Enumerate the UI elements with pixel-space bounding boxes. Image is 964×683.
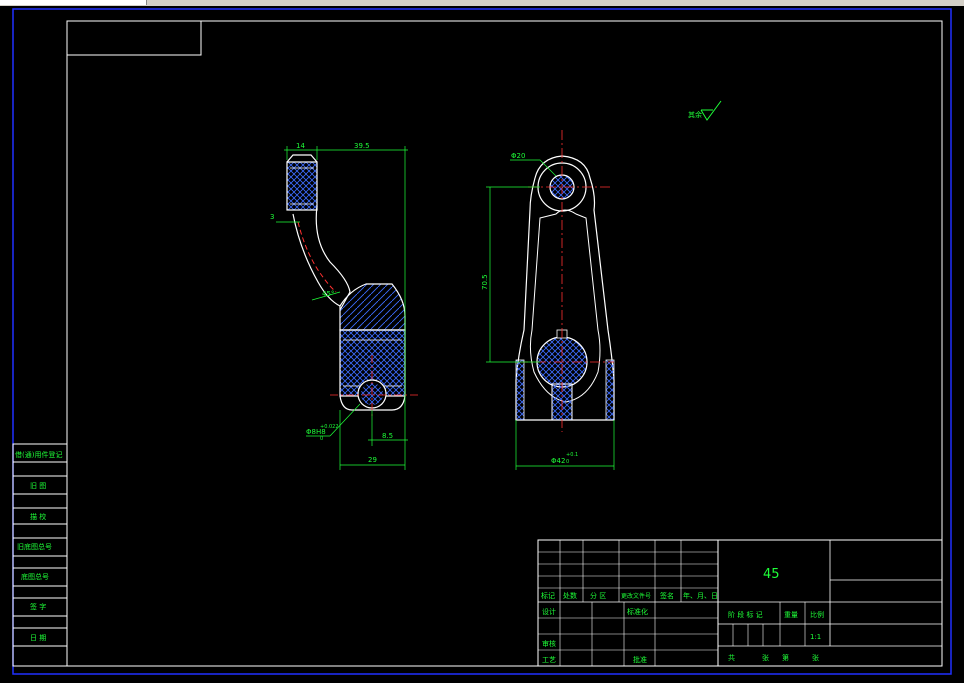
dim-8-5: 8.5	[382, 432, 393, 440]
drawing-frame	[66, 20, 943, 667]
svg-text:0: 0	[566, 459, 569, 465]
dim-70-5: 70.5	[481, 274, 489, 290]
roughness-label: 其余	[688, 110, 702, 119]
svg-text:第: 第	[782, 653, 789, 662]
side-view: 14 39.5 3 45° 8.5 29 Φ8H8 +0.022 0	[270, 142, 420, 470]
front-view: 70.5 Φ20 Φ42 +0.1 0	[481, 130, 615, 470]
drawing-canvas[interactable]: 其余 14 39.5 3 45° 8.5 29 Φ8H8 +0.022 0 70…	[0, 6, 964, 683]
dim-phi20: Φ20	[511, 152, 525, 160]
svg-text:0: 0	[320, 436, 323, 442]
svg-text:更改文件号: 更改文件号	[621, 592, 651, 600]
side-top-boss	[286, 161, 318, 211]
strip-item-2: 旧 图	[30, 482, 46, 490]
strip-item-7: 日 期	[30, 634, 46, 642]
dim-29: 29	[368, 456, 377, 464]
svg-text:分 区: 分 区	[590, 591, 606, 600]
svg-text:处数: 处数	[563, 591, 577, 600]
strip-item-3: 描 校	[30, 512, 46, 521]
svg-text:重量: 重量	[784, 611, 798, 619]
drawing-code-box	[66, 20, 202, 56]
svg-text:+0.1: +0.1	[566, 452, 578, 458]
strip-item-1: 借(通)用件登记	[15, 450, 62, 459]
svg-text:+0.022: +0.022	[320, 424, 339, 430]
sheet-border	[12, 8, 952, 675]
dim-3: 3	[270, 213, 274, 221]
svg-text:签名: 签名	[660, 591, 674, 600]
strip-item-5: 底图总号	[21, 572, 49, 581]
svg-text:批准: 批准	[633, 655, 647, 664]
roughness-symbol: 其余	[688, 100, 722, 121]
title-block: 标记 处数 分 区 更改文件号 签名 年、月、日 设计 标准化 审核 工艺 批准…	[537, 539, 943, 667]
dim-14: 14	[296, 142, 305, 150]
svg-text:张: 张	[812, 653, 819, 662]
document-tab[interactable]	[0, 0, 147, 5]
strip-item-4: 旧底图总号	[17, 542, 52, 551]
scale-text: 1:1	[810, 633, 821, 641]
svg-text:工艺: 工艺	[542, 656, 556, 664]
dim-45deg: 45°	[322, 290, 334, 298]
svg-text:标记: 标记	[541, 591, 555, 600]
dim-phi42: Φ42	[551, 457, 565, 465]
dim-39-5: 39.5	[354, 142, 370, 150]
svg-text:审核: 审核	[542, 639, 556, 648]
left-register-strip: 借(通)用件登记 旧 图 描 校 旧底图总号 底图总号 签 字 日 期	[12, 443, 68, 667]
svg-text:年、月、日: 年、月、日	[683, 591, 718, 600]
svg-text:比例: 比例	[810, 610, 824, 619]
svg-text:张: 张	[762, 653, 769, 662]
svg-text:阶 段 标 记: 阶 段 标 记	[728, 610, 763, 619]
svg-text:标准化: 标准化	[627, 607, 648, 616]
svg-text:共: 共	[728, 653, 735, 662]
strip-item-6: 签 字	[30, 602, 46, 611]
cad-drawing: 其余 14 39.5 3 45° 8.5 29 Φ8H8 +0.022 0 70…	[12, 8, 952, 675]
material-text: 45	[763, 567, 780, 582]
svg-text:设计: 设计	[542, 607, 556, 616]
